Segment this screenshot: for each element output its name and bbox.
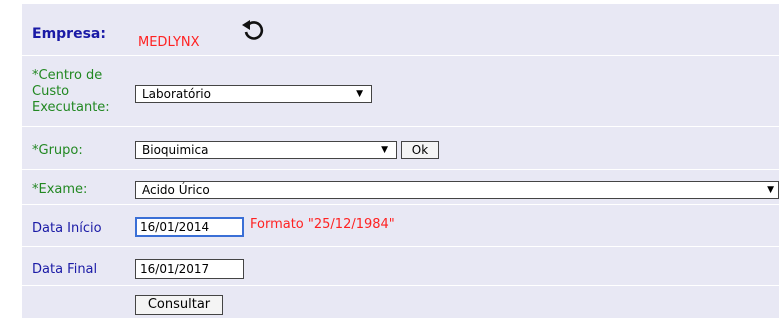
consultar-button[interactable]: Consultar [135, 295, 223, 315]
submit-row: Consultar [22, 286, 779, 318]
start-date-label: Data Início [32, 221, 102, 236]
refresh-icon[interactable] [240, 18, 264, 42]
group-label: *Grupo: [32, 143, 83, 158]
chevron-down-icon: ▼ [381, 145, 388, 155]
exam-value: Acido Úrico [142, 183, 210, 197]
filter-form: Empresa: MEDLYNX *Centro de Custo Execut… [22, 4, 779, 318]
group-select[interactable]: Bioquimica ▼ [135, 141, 397, 159]
company-name: MEDLYNX [138, 35, 200, 50]
exam-select[interactable]: Acido Úrico ▼ [135, 181, 779, 199]
start-date-row: Data Início 16/01/2014 [22, 205, 779, 247]
group-value: Bioquimica [142, 143, 209, 157]
company-row: Empresa: MEDLYNX [22, 4, 779, 56]
cost-center-label-line1: *Centro de [32, 68, 103, 83]
ok-button[interactable]: Ok [401, 141, 439, 159]
cost-center-label-line3: Executante: [32, 100, 110, 115]
date-format-hint: Formato "25/12/1984" [250, 217, 395, 232]
group-row: *Grupo: Bioquimica ▼ Ok [22, 127, 779, 170]
chevron-down-icon: ▼ [767, 185, 774, 195]
start-date-input[interactable]: 16/01/2014 [135, 217, 244, 237]
cost-center-select[interactable]: Laboratório ▼ [135, 85, 372, 103]
end-date-label: Data Final [32, 262, 98, 277]
end-date-row: Data Final 16/01/2017 [22, 247, 779, 286]
exam-label: *Exame: [32, 182, 88, 197]
end-date-input[interactable]: 16/01/2017 [135, 259, 244, 279]
cost-center-value: Laboratório [142, 87, 211, 101]
exam-row: *Exame: Acido Úrico ▼ [22, 170, 779, 205]
cost-center-label-line2: Custo [32, 84, 70, 99]
cost-center-row: *Centro de Custo Executante: Laboratório… [22, 56, 779, 127]
company-label: Empresa: [32, 26, 106, 42]
chevron-down-icon: ▼ [356, 89, 363, 99]
